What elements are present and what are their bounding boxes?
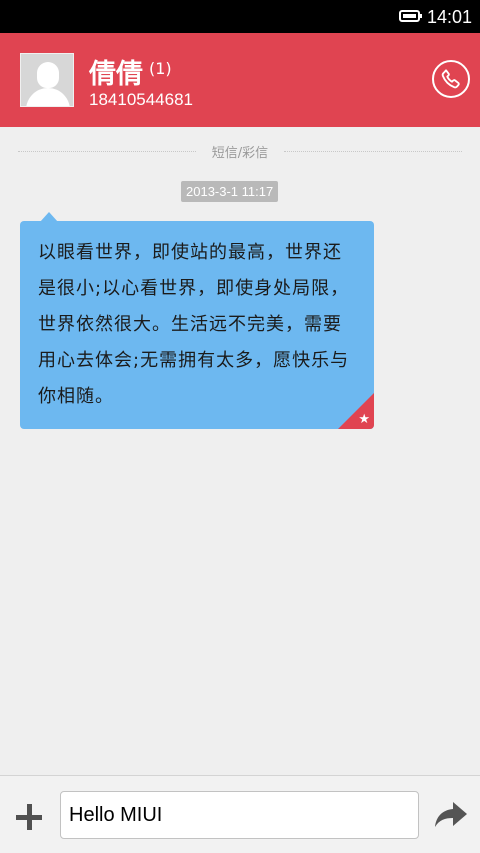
contact-phone-number: 18410544681: [89, 90, 194, 109]
message-input[interactable]: [60, 791, 419, 839]
message-count: (1): [149, 59, 172, 78]
contact-name: 倩倩: [89, 59, 143, 90]
divider-left: [18, 151, 196, 152]
message-text: 以眼看世界，即使站的最高，世界还是很小;以心看世界，即使身处局限，世界依然很大。…: [38, 242, 350, 407]
avatar-icon[interactable]: [20, 53, 74, 107]
call-button[interactable]: [432, 60, 470, 98]
message-bubble[interactable]: 以眼看世界，即使站的最高，世界还是很小;以心看世界，即使身处局限，世界依然很大。…: [20, 221, 374, 429]
send-button[interactable]: [434, 800, 468, 830]
message-type-label: 短信/彩信: [211, 146, 269, 161]
conversation-header: 倩倩 (1) 18410544681: [0, 33, 480, 127]
composer-bar: [0, 775, 480, 853]
phone-icon: [441, 69, 460, 89]
plus-icon[interactable]: [15, 803, 45, 833]
send-icon: [435, 802, 467, 827]
divider-right: [284, 151, 462, 152]
battery-icon: [399, 10, 422, 22]
status-time: 14:01: [427, 7, 473, 27]
status-bar: 14:01: [0, 0, 480, 33]
star-icon: ★: [358, 412, 370, 427]
message-timestamp: 2013-3-1 11:17: [181, 181, 279, 202]
